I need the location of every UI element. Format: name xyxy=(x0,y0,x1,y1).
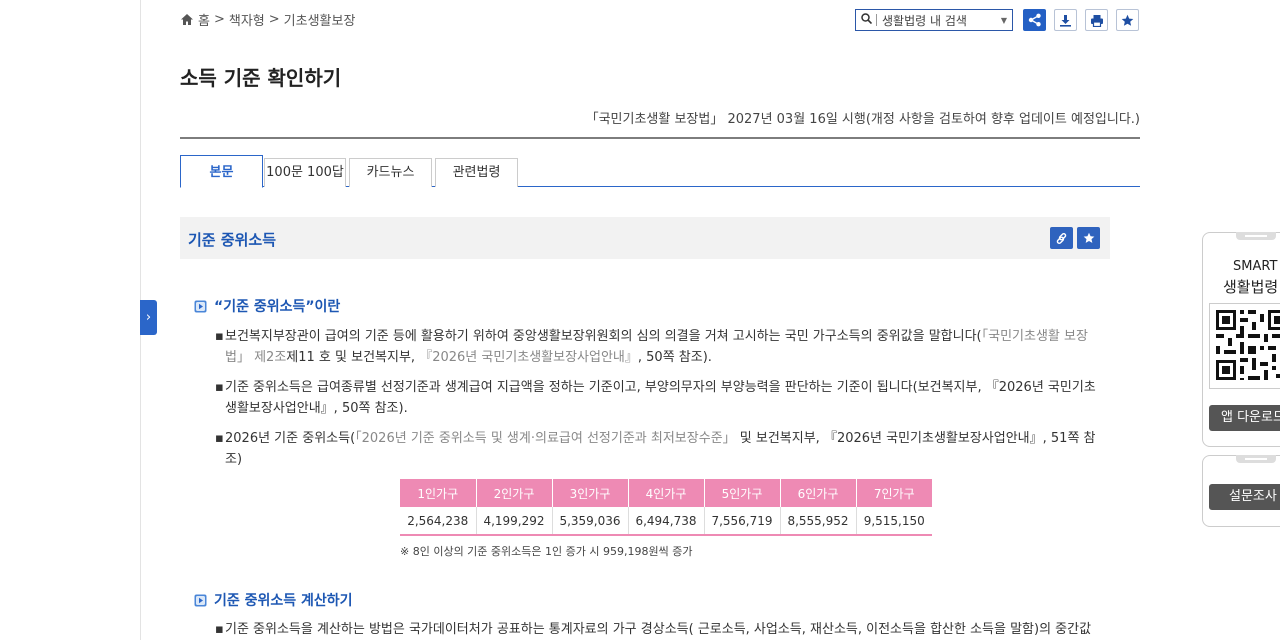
bullet-dot: ▪ xyxy=(215,380,224,395)
home-icon[interactable] xyxy=(180,13,194,26)
table-note: ※ 8인 이상의 기준 중위소득은 1인 증가 시 959,198원씩 증가 xyxy=(400,545,693,558)
list-item: ▪ 보건복지부장관이 급여의 기준 등에 활용하기 위하여 중앙생활보장위원회의… xyxy=(215,326,1101,368)
chevron-right-icon: › xyxy=(145,310,152,325)
card-hook xyxy=(1236,455,1276,463)
title-divider xyxy=(180,137,1140,139)
app-download-button[interactable]: 앱 다운로드 xyxy=(1209,405,1280,431)
table-cell: 5,359,036 xyxy=(552,507,629,536)
bullet-text: 보건복지부장관이 급여의 기준 등에 활용하기 위하여 중앙생활보장위원회의 심… xyxy=(225,329,982,344)
bullet-text: 2026년 기준 중위소득( xyxy=(225,431,356,446)
table-header-cell: 1인가구 xyxy=(400,479,477,507)
bullet-text: 기준 중위소득은 급여종류별 선정기준과 생계급여 지급액을 정하는 기준이고,… xyxy=(225,380,1096,416)
share-icon xyxy=(1028,13,1041,27)
qr-code-image[interactable] xyxy=(1209,303,1280,389)
app-name-label: 생활법령 xyxy=(1223,278,1279,296)
bullet-dot: ▪ xyxy=(215,431,224,446)
card-hook xyxy=(1236,232,1276,240)
table-cell: 7,556,719 xyxy=(704,507,781,536)
subheading: 기준 중위소득 계산하기 xyxy=(194,590,353,610)
median-income-table: 1인가구 2인가구 3인가구 4인가구 5인가구 6인가구 7인가구 2,564… xyxy=(400,479,932,536)
page-title: 소득 기준 확인하기 xyxy=(180,66,342,90)
search-box[interactable]: 생활법령 내 검색 ▼ xyxy=(855,9,1013,31)
law-enforcement-note: 「국민기초생활 보장법」 2027년 03월 16일 시행(개정 사항을 검토하… xyxy=(585,112,1140,127)
breadcrumb-item-current: 기초생활보장 xyxy=(283,14,356,29)
smart-app-card: SMART 생활법령 앱 다운로드 xyxy=(1202,232,1280,447)
table-cell: 2,564,238 xyxy=(400,507,477,536)
list-item: ▪ 기준 중위소득은 급여종류별 선정기준과 생계급여 지급액을 정하는 기준이… xyxy=(215,377,1101,419)
table-header-cell: 3인가구 xyxy=(552,479,629,507)
search-icon[interactable] xyxy=(856,13,876,27)
breadcrumb-item-booklet[interactable]: 책자형 xyxy=(229,10,265,29)
star-icon xyxy=(1083,232,1094,243)
arrow-box-icon xyxy=(194,300,207,312)
subheading-text: “기준 중위소득”이란 xyxy=(214,299,341,315)
tab-cardnews[interactable]: 카드뉴스 xyxy=(349,158,432,187)
table-header-cell: 2인가구 xyxy=(476,479,553,507)
breadcrumb: 홈 > 책자형 > 기초생활보장 xyxy=(180,10,355,29)
list-item: ▪ 2026년 기준 중위소득(「2026년 기준 중위소득 및 생계·의료급여… xyxy=(215,428,1101,470)
survey-button[interactable]: 설문조사 xyxy=(1209,484,1280,510)
bullet-dot: ▪ xyxy=(215,622,224,637)
print-icon xyxy=(1090,14,1103,27)
table-cell: 4,199,292 xyxy=(476,507,553,536)
subheading: “기준 중위소득”이란 xyxy=(194,296,340,316)
survey-card: 설문조사 xyxy=(1202,455,1280,527)
smart-label: SMART xyxy=(1233,259,1278,274)
table-cell: 9,515,150 xyxy=(856,507,932,536)
arrow-box-icon xyxy=(194,594,207,606)
tab-main[interactable]: 본문 xyxy=(180,155,263,188)
section-header: 기준 중위소득 xyxy=(180,217,1110,259)
table-cell: 6,494,738 xyxy=(628,507,705,536)
list-item: ▪ 기준 중위소득을 계산하는 방법은 국가데이터처가 공표하는 통계자료의 가… xyxy=(215,619,1101,640)
page: › 홈 > 책자형 > 기초생활보장 생활법령 내 검색 ▼ 소득 기준 확인하… xyxy=(0,0,1280,640)
section-bookmark-button[interactable] xyxy=(1077,227,1100,249)
bullet-text: 기준 중위소득을 계산하는 방법은 국가데이터처가 공표하는 통계자료의 가구 … xyxy=(225,622,1092,637)
download-button[interactable] xyxy=(1054,9,1077,31)
search-separator xyxy=(876,14,877,26)
print-button[interactable] xyxy=(1085,9,1108,31)
search-input[interactable]: 생활법령 내 검색 xyxy=(882,12,996,29)
dropdown-caret-icon[interactable]: ▼ xyxy=(996,16,1012,25)
star-icon xyxy=(1121,14,1134,26)
breadcrumb-separator: > xyxy=(268,12,280,27)
bullet-dot: ▪ xyxy=(215,329,224,344)
breadcrumb-home[interactable]: 홈 xyxy=(198,10,210,29)
bullet-text: , 50쪽 참조). xyxy=(637,350,712,365)
table-row: 2,564,238 4,199,292 5,359,036 6,494,738 … xyxy=(400,507,932,536)
share-button[interactable] xyxy=(1023,9,1046,31)
table-cell: 8,555,952 xyxy=(780,507,857,536)
guide-link[interactable]: 『2026년 국민기초생활보장사업안내』 xyxy=(419,350,638,365)
bookmark-button[interactable] xyxy=(1116,9,1139,31)
section-title: 기준 중위소득 xyxy=(188,231,277,249)
bullet-text: 제11 호 및 보건복지부, xyxy=(286,350,420,365)
notice-link[interactable]: 「2026년 기준 중위소득 및 생계·의료급여 선정기준과 최저보장수준」 xyxy=(355,431,736,446)
download-icon xyxy=(1060,14,1071,27)
table-header-cell: 4인가구 xyxy=(628,479,705,507)
link-icon xyxy=(1056,232,1067,244)
tab-100qa[interactable]: 100문 100답 xyxy=(264,158,346,187)
sidebar-toggle-button[interactable]: › xyxy=(140,300,157,335)
table-header-cell: 7인가구 xyxy=(856,479,932,507)
subheading-text: 기준 중위소득 계산하기 xyxy=(214,593,353,609)
tab-related-laws[interactable]: 관련법령 xyxy=(435,158,518,187)
table-header-cell: 6인가구 xyxy=(780,479,857,507)
copy-link-button[interactable] xyxy=(1050,227,1073,249)
breadcrumb-separator: > xyxy=(213,12,225,27)
tab-bar: 본문 100문 100답 카드뉴스 관련법령 xyxy=(180,155,1140,188)
table-header-cell: 5인가구 xyxy=(704,479,781,507)
